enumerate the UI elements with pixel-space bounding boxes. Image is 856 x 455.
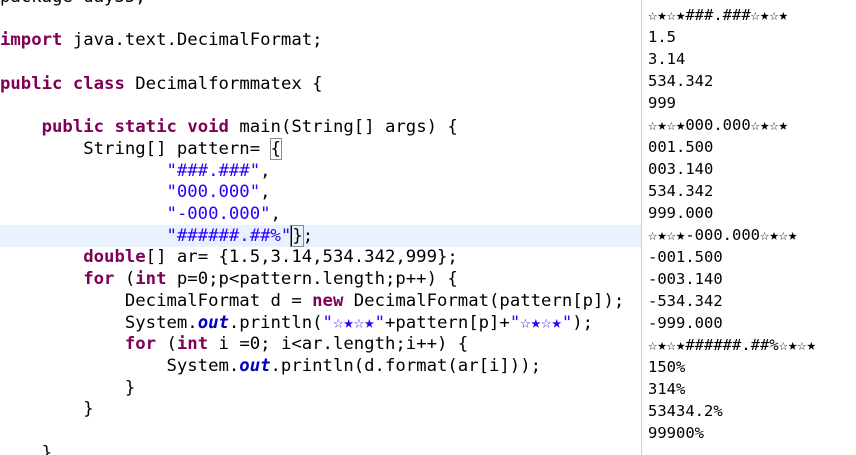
code-line[interactable]: for (int p=0;p<pattern.length;p++) { (0, 268, 458, 290)
code-token: Decimalformmatex { (124, 73, 323, 94)
code-token: int (135, 269, 167, 290)
code-token: for (83, 269, 115, 290)
code-line[interactable]: String[] pattern= { (0, 137, 282, 160)
code-token: DecimalFormat d = (0, 290, 313, 311)
code-token: package day35; (0, 0, 146, 7)
code-token: String[] pattern= (0, 138, 271, 159)
code-line[interactable]: System.out.println("☆★☆★"+pattern[p]+"☆★… (0, 312, 593, 334)
code-token: "☆★☆★" (322, 312, 385, 333)
code-token: , (260, 160, 271, 181)
matching-bracket: { (269, 137, 282, 160)
code-line[interactable]: "-000.000", (0, 203, 281, 225)
code-token: "######.##%" (166, 225, 292, 246)
code-token: "000.000" (166, 182, 261, 203)
code-line[interactable]: System.out.println(d.format(ar[i])); (0, 355, 541, 377)
console-line: 999 (648, 94, 676, 112)
code-line[interactable]: import java.text.DecimalFormat; (0, 29, 323, 51)
code-token: .println(d.format(ar[i])); (270, 355, 542, 376)
code-token: new (312, 290, 344, 311)
code-token: } (0, 377, 136, 398)
code-line[interactable]: "###.###", (0, 160, 271, 182)
console-line: 150% (648, 358, 686, 376)
code-line[interactable]: for (int i =0; i<ar.length;i++) { (0, 333, 468, 355)
code-token: int (176, 334, 209, 355)
console-line: ☆★☆★-000.000☆★☆★ (648, 226, 798, 244)
console-output: ☆★☆★###.###☆★☆★ 1.5 3.14 534.342 999 ☆★☆★000.… (641, 0, 856, 455)
code-token: } (0, 399, 94, 420)
code-token: DecimalFormat(pattern[p]); (343, 290, 625, 311)
code-token: ( (114, 269, 136, 290)
console-line: 314% (648, 380, 686, 398)
code-token: , (270, 204, 281, 224)
code-line[interactable]: } (0, 398, 94, 420)
code-token: "☆★☆★" (509, 312, 573, 333)
code-token: "-000.000" (166, 204, 271, 224)
console-line: ☆★☆★######.##%☆★☆★ (648, 336, 816, 354)
code-token: out (197, 312, 229, 333)
code-token: double (83, 247, 146, 268)
code-line[interactable]: public static void main(String[] args) { (0, 116, 458, 138)
code-token: void (187, 117, 229, 138)
code-token: System. (0, 312, 198, 333)
code-token: public (41, 117, 105, 138)
console-line: 534.342 (648, 72, 714, 90)
code-line[interactable]: } (0, 377, 135, 399)
code-line[interactable]: double[] ar= {1.5,3.14,534.342,999}; (0, 246, 458, 268)
code-token: class (72, 73, 125, 94)
code-token: public (0, 73, 63, 94)
code-token: ); (572, 312, 594, 333)
code-line[interactable]: "000.000", (0, 181, 271, 203)
console-line: 001.500 (648, 138, 714, 156)
code-token: , (260, 182, 271, 203)
console-line: 003.140 (648, 160, 714, 178)
console-line: 534.342 (648, 182, 714, 200)
code-token: for (124, 334, 157, 355)
code-token: ( (156, 334, 177, 355)
code-token: main(String[] args) { (228, 117, 458, 138)
code-token: static (114, 117, 177, 138)
console-line: -534.342 (648, 292, 723, 310)
code-token: ; (302, 225, 314, 246)
console-line: -999.000 (648, 314, 723, 332)
code-line[interactable]: package day35; (0, 0, 146, 8)
code-token: p=0;p<pattern.length;p++) { (166, 269, 458, 290)
code-token: System. (0, 355, 240, 376)
code-line[interactable]: public class Decimalformmatex { (0, 73, 323, 95)
console-line: 3.14 (648, 50, 686, 68)
code-token: import (0, 30, 63, 51)
console-line: 99900% (648, 424, 704, 442)
console-line: -003.140 (648, 270, 723, 288)
code-token: [] ar= {1.5,3.14,534.342,999}; (145, 247, 458, 268)
code-line[interactable]: DecimalFormat d = new DecimalFormat(patt… (0, 290, 624, 312)
code-token: java.text.DecimalFormat; (62, 30, 323, 51)
console-line: 53434.2% (648, 402, 723, 420)
console-line: 1.5 (648, 28, 676, 46)
console-line: ☆★☆★000.000☆★☆★ (648, 116, 788, 134)
code-token: i =0; i<ar.length;i++) { (208, 334, 469, 355)
console-line: ☆★☆★###.###☆★☆★ (648, 6, 788, 24)
code-line[interactable]: "######.##%"}; (0, 224, 641, 247)
code-editor[interactable]: package day35; import java.text.DecimalFo… (0, 0, 641, 455)
console-line: -001.500 (648, 248, 723, 266)
console-line: 999.000 (648, 204, 714, 222)
matching-bracket: } (290, 224, 304, 247)
code-token: +pattern[p]+ (384, 312, 510, 333)
code-token: .println( (228, 312, 323, 333)
code-token: } (0, 442, 53, 455)
code-token: "###.###" (166, 160, 261, 181)
code-line[interactable]: } (0, 442, 52, 455)
code-token: out (239, 355, 271, 376)
